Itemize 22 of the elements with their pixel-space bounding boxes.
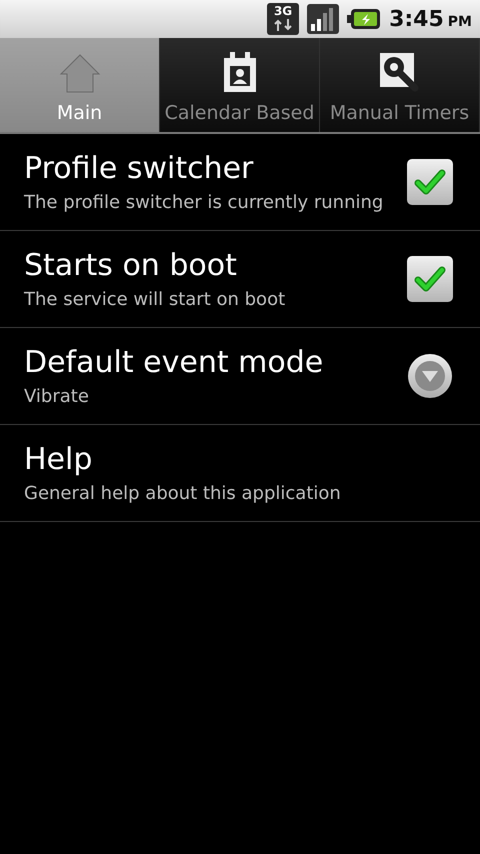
setting-title: Default event mode <box>24 345 324 380</box>
battery-icon <box>347 8 382 30</box>
network-icon: 3G <box>267 3 300 35</box>
checkmark-icon <box>414 265 446 293</box>
tab[interactable]: Calendar Based <box>160 38 320 132</box>
setting-summary: The profile switcher is currently running <box>24 192 384 213</box>
setting-summary: General help about this application <box>24 483 342 504</box>
caret-icon <box>414 360 446 392</box>
setting-title: Starts on boot <box>24 248 238 283</box>
clock-time: 3:45 <box>389 6 444 32</box>
tab[interactable]: Manual Timers <box>320 38 480 132</box>
checkmark-icon <box>414 168 446 196</box>
setting-summary: Vibrate <box>24 386 90 407</box>
checkbox[interactable] <box>407 256 453 302</box>
setting-title: Help <box>24 442 94 477</box>
signal-icon <box>307 4 340 34</box>
tab[interactable]: Main <box>0 38 160 132</box>
setting-summary: The service will start on boot <box>24 289 286 310</box>
setting-title: Profile switcher <box>24 151 254 186</box>
checkbox[interactable] <box>407 159 453 205</box>
clock-period: PM <box>448 14 472 30</box>
dropdown-button[interactable] <box>408 354 452 398</box>
